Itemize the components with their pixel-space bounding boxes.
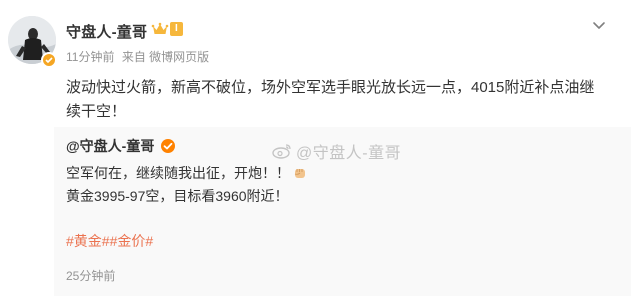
weibo-post: 守盘人-童哥 I 11分钟前 来自 微博网页版 波动快过火箭，新高不破位，场外空… xyxy=(0,0,631,296)
verified-icon xyxy=(161,139,175,153)
crown-icon xyxy=(151,22,169,34)
verified-user-badge-icon xyxy=(41,52,57,68)
repost-time[interactable]: 25分钟前 xyxy=(66,267,115,284)
hashtag-gold[interactable]: #黄金# xyxy=(66,233,110,249)
watermark: @守盘人-童哥 xyxy=(272,139,401,163)
post-meta: 11分钟前 来自 微博网页版 xyxy=(66,48,213,65)
hashtags: #黄金##金价# xyxy=(66,231,153,251)
hashtag-gold-price[interactable]: #金价# xyxy=(110,233,154,249)
repost-card[interactable]: @守盘人-童哥 @守盘人-童哥 空军何在，继续随我出征，开炮！！ 黄金3995-… xyxy=(54,127,631,296)
repost-line1-text: 空军何在，继续随我出征，开炮！！ xyxy=(66,165,290,181)
weibo-logo-icon xyxy=(272,144,291,159)
post-time[interactable]: 11分钟前 xyxy=(66,50,114,64)
post-text: 波动快过火箭，新高不破位，场外空军选手眼光放长远一点，4015附近补点油继续干空… xyxy=(66,79,595,120)
repost-line1: 空军何在，继续随我出征，开炮！！ xyxy=(66,162,308,184)
post-source: 来自 微博网页版 xyxy=(121,50,210,64)
repost-author[interactable]: @守盘人-童哥 xyxy=(66,136,154,156)
repost-line2: 黄金3995-97空，目标看3960附近！ xyxy=(66,188,289,204)
fist-emoji-icon xyxy=(294,169,305,178)
level-badge[interactable]: I xyxy=(170,22,183,36)
watermark-text: @守盘人-童哥 xyxy=(296,145,402,162)
author-name[interactable]: 守盘人-童哥 xyxy=(66,21,147,42)
chevron-down-icon[interactable] xyxy=(590,16,608,34)
